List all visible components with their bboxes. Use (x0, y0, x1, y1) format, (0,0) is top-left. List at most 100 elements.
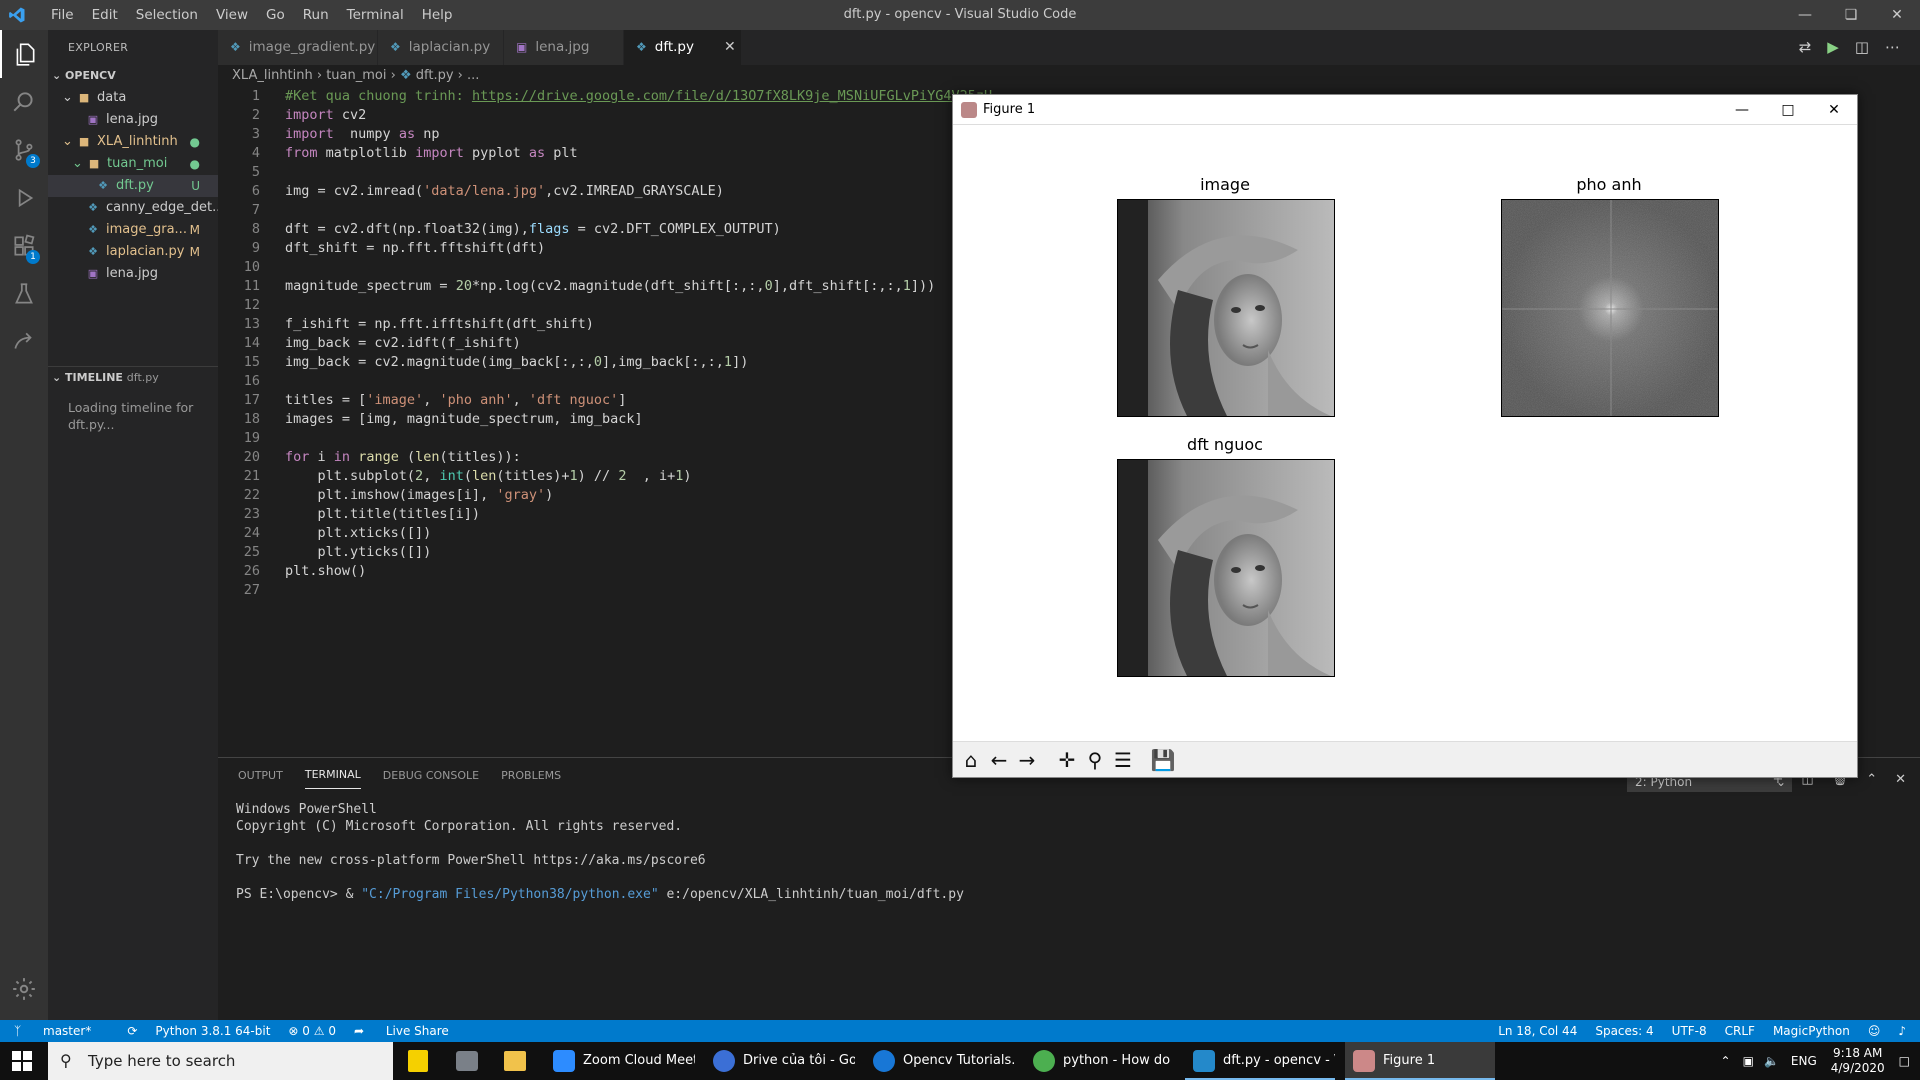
breadcrumb-item[interactable]: XLA_linhtinh (232, 68, 313, 83)
menu-file[interactable]: File (42, 0, 83, 30)
taskbar-app-vscode[interactable]: dft.py - opencv - Vi... (1185, 1042, 1335, 1080)
home-icon[interactable]: ⌂ (957, 746, 985, 774)
python-file-icon: ❖ (88, 201, 98, 214)
tab-dft[interactable]: ❖ dft.py ✕ (624, 30, 742, 65)
sync-icon[interactable]: ⟳ (127, 1020, 137, 1042)
menu-help[interactable]: Help (413, 0, 462, 30)
taskbar-app-zoom[interactable]: Zoom Cloud Meeti... (545, 1042, 695, 1080)
tree-folder-tuan-moi[interactable]: ⌄ ■ tuan_moi ● (48, 153, 218, 175)
file-explorer-icon[interactable] (504, 1051, 526, 1071)
tree-file-lena[interactable]: ▣ lena.jpg (48, 109, 218, 131)
close-tab-icon[interactable]: ✕ (724, 30, 736, 65)
tab-lena[interactable]: ▣ lena.jpg (504, 30, 624, 65)
clock[interactable]: 9:18 AM 4/9/2020 (1831, 1046, 1885, 1076)
tab-output[interactable]: OUTPUT (238, 758, 283, 793)
tab-debug-console[interactable]: DEBUG CONSOLE (383, 758, 479, 793)
figure-minimize-button[interactable]: — (1719, 95, 1765, 125)
network-icon[interactable]: ▣ (1743, 1054, 1754, 1068)
terminal-line: Try the new cross-platform PowerShell ht… (236, 853, 706, 868)
live-share-icon[interactable] (0, 318, 48, 366)
app-icon[interactable] (456, 1051, 478, 1071)
taskbar-app-firefox[interactable]: Drive của tôi - Goo... (705, 1042, 855, 1080)
breadcrumb-item[interactable]: tuan_moi (326, 68, 386, 83)
volume-icon[interactable]: 🔈 (1764, 1054, 1779, 1068)
cursor-position[interactable]: Ln 18, Col 44 (1498, 1020, 1577, 1042)
pan-move-icon[interactable]: ✛ (1053, 746, 1081, 774)
more-actions-icon[interactable]: ⋯ (1885, 38, 1900, 56)
split-editor-icon[interactable]: ◫ (1855, 38, 1869, 56)
menu-go[interactable]: Go (257, 0, 294, 30)
minimize-button[interactable]: — (1782, 0, 1828, 30)
python-interpreter[interactable]: Python 3.8.1 64-bit (155, 1020, 270, 1042)
taskbar-app-edge[interactable]: Opencv Tutorials.p... (865, 1042, 1015, 1080)
menu-run[interactable]: Run (294, 0, 338, 30)
python-file-icon: ❖ (98, 179, 108, 192)
restore-button[interactable]: ❏ (1828, 0, 1874, 30)
zoom-magnifier-icon[interactable]: ⚲ (1081, 746, 1109, 774)
python-file-icon: ❖ (399, 68, 412, 83)
figure-maximize-button[interactable]: □ (1765, 95, 1811, 125)
status-bar: ᛉ master* ⟳ Python 3.8.1 64-bit ⊗ 0 ⚠ 0 … (0, 1020, 1920, 1042)
problems-count[interactable]: ⊗ 0 ⚠ 0 (288, 1020, 336, 1042)
tree-file-lena-2[interactable]: ▣ lena.jpg (48, 263, 218, 285)
breadcrumb-item[interactable]: ... (467, 68, 479, 83)
configure-subplots-icon[interactable]: ☰ (1109, 746, 1137, 774)
close-panel-icon[interactable]: ✕ (1895, 772, 1906, 787)
image-file-icon: ▣ (516, 40, 528, 54)
chrome-icon (1033, 1050, 1055, 1072)
taskbar-app-chrome[interactable]: python - How do I i... (1025, 1042, 1175, 1080)
run-debug-icon[interactable] (0, 174, 48, 222)
tree-folder-data[interactable]: ⌄ ■ data (48, 87, 218, 109)
live-share-status[interactable]: ➦ Live Share (354, 1020, 467, 1042)
menu-edit[interactable]: Edit (83, 0, 127, 30)
tab-laplacian[interactable]: ❖ laplacian.py (378, 30, 504, 65)
sticky-notes-icon[interactable] (408, 1050, 428, 1072)
timeline-section[interactable]: ⌄ TIMELINE dft.py (48, 367, 218, 389)
tree-file-dft[interactable]: ❖ dft.py U (48, 175, 218, 197)
tree-file-laplacian[interactable]: ❖ laplacian.py M (48, 241, 218, 263)
indentation[interactable]: Spaces: 4 (1595, 1020, 1653, 1042)
taskbar-app-figure[interactable]: Figure 1 (1345, 1042, 1495, 1080)
chevron-up-icon[interactable]: ⌃ (1721, 1054, 1731, 1068)
language-mode[interactable]: MagicPython (1773, 1020, 1850, 1042)
taskbar-search-input[interactable]: ⚲ Type here to search (48, 1042, 393, 1080)
editor-tabs: ❖ image_gradient.py ❖ laplacian.py ▣ lena.j… (218, 30, 1920, 65)
tree-folder-xla[interactable]: ⌄ ■ XLA_linhtinh ● (48, 131, 218, 153)
vscode-logo-icon (9, 7, 25, 23)
menu-bar: File Edit Selection View Go Run Terminal… (42, 0, 461, 30)
git-branch-status[interactable]: ᛉ master* (14, 1020, 109, 1042)
breadcrumb: XLA_linhtinh › tuan_moi › ❖ dft.py › ... (232, 68, 480, 83)
encoding[interactable]: UTF-8 (1672, 1020, 1707, 1042)
maximize-panel-icon[interactable]: ⌃ (1866, 772, 1877, 787)
end-of-line[interactable]: CRLF (1725, 1020, 1755, 1042)
input-language[interactable]: ENG (1791, 1054, 1817, 1068)
tab-image-gradient[interactable]: ❖ image_gradient.py (218, 30, 378, 65)
menu-terminal[interactable]: Terminal (338, 0, 413, 30)
explorer-icon[interactable] (0, 30, 48, 78)
testing-flask-icon[interactable] (0, 270, 48, 318)
figure-close-button[interactable]: ✕ (1811, 95, 1857, 125)
settings-gear-icon[interactable] (0, 965, 48, 1013)
feedback-icon[interactable]: ☺ (1868, 1020, 1881, 1042)
terminal-output[interactable]: Windows PowerShell Copyright (C) Microso… (218, 793, 1920, 911)
breadcrumb-item[interactable]: dft.py (416, 68, 454, 83)
close-window-button[interactable]: ✕ (1874, 0, 1920, 30)
tab-problems[interactable]: PROBLEMS (501, 758, 561, 793)
tree-file-canny[interactable]: ❖ canny_edge_det... (48, 197, 218, 219)
save-figure-icon[interactable]: 💾 (1149, 746, 1177, 774)
source-control-icon[interactable]: 3 (0, 126, 48, 174)
forward-arrow-icon[interactable]: → (1013, 746, 1041, 774)
tab-terminal[interactable]: TERMINAL (304, 761, 361, 789)
back-arrow-icon[interactable]: ← (985, 746, 1013, 774)
menu-selection[interactable]: Selection (127, 0, 207, 30)
search-icon[interactable] (0, 78, 48, 126)
notification-center-icon[interactable]: □ (1899, 1054, 1910, 1068)
workspace-root[interactable]: ⌄ OPENCV (48, 65, 218, 87)
tree-file-image-gradient[interactable]: ❖ image_gra... M (48, 219, 218, 241)
menu-view[interactable]: View (207, 0, 257, 30)
run-python-icon[interactable]: ▶ (1827, 38, 1839, 56)
compare-changes-icon[interactable]: ⇄ (1799, 38, 1812, 56)
notifications-bell-icon[interactable]: ♪ (1898, 1020, 1906, 1042)
windows-start-icon[interactable] (12, 1051, 32, 1071)
extensions-icon[interactable]: 1 (0, 222, 48, 270)
